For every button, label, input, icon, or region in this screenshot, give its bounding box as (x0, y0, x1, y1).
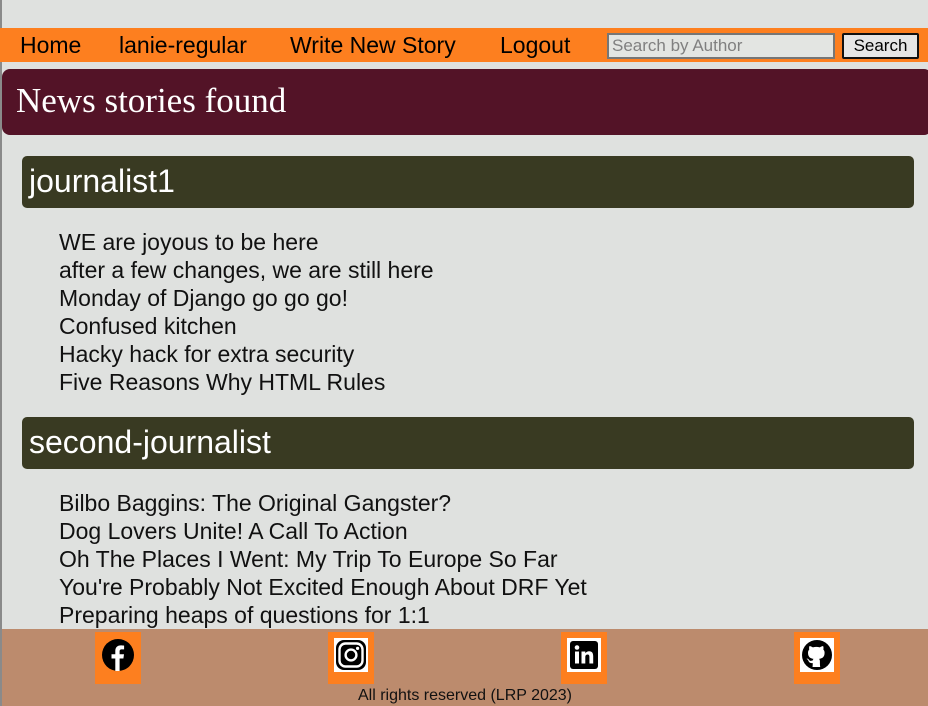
story-list: Bilbo Baggins: The Original Gangster? Do… (59, 489, 587, 629)
story-link[interactable]: Dog Lovers Unite! A Call To Action (59, 517, 587, 545)
instagram-icon (334, 638, 368, 672)
author-header: journalist1 (22, 156, 914, 208)
copyright-text: All rights reserved (LRP 2023) (357, 687, 573, 704)
nav-home-link[interactable]: Home (20, 31, 81, 59)
story-link[interactable]: Hacky hack for extra security (59, 340, 434, 368)
story-link[interactable]: after a few changes, we are still here (59, 256, 434, 284)
story-link[interactable]: Oh The Places I Went: My Trip To Europe … (59, 545, 587, 573)
github-icon (800, 638, 834, 672)
story-link[interactable]: Preparing heaps of questions for 1:1 (59, 601, 587, 629)
story-link[interactable]: WE are joyous to be here (59, 228, 434, 256)
search-button[interactable]: Search (842, 33, 919, 59)
footer: All rights reserved (LRP 2023) (2, 629, 928, 706)
nav-user-link[interactable]: lanie-regular (119, 31, 247, 59)
page-title-bar: News stories found (2, 69, 928, 135)
story-list: WE are joyous to be here after a few cha… (59, 228, 434, 396)
linkedin-link[interactable] (561, 632, 607, 684)
author-name: journalist1 (29, 163, 175, 199)
facebook-link[interactable] (95, 632, 141, 684)
author-header: second-journalist (22, 417, 914, 469)
facebook-icon (101, 638, 135, 672)
github-link[interactable] (794, 632, 840, 684)
nav-write-story-link[interactable]: Write New Story (290, 31, 456, 59)
story-link[interactable]: Five Reasons Why HTML Rules (59, 368, 434, 396)
story-link[interactable]: Confused kitchen (59, 312, 434, 340)
author-name: second-journalist (29, 424, 271, 460)
linkedin-icon (567, 638, 601, 672)
story-link[interactable]: You're Probably Not Excited Enough About… (59, 573, 587, 601)
search-author-input[interactable] (607, 33, 835, 59)
top-nav: Home lanie-regular Write New Story Logou… (0, 28, 928, 62)
story-link[interactable]: Bilbo Baggins: The Original Gangster? (59, 489, 587, 517)
instagram-link[interactable] (328, 632, 374, 684)
page-title: News stories found (16, 81, 287, 120)
story-link[interactable]: Monday of Django go go go! (59, 284, 434, 312)
nav-logout-link[interactable]: Logout (500, 31, 570, 59)
